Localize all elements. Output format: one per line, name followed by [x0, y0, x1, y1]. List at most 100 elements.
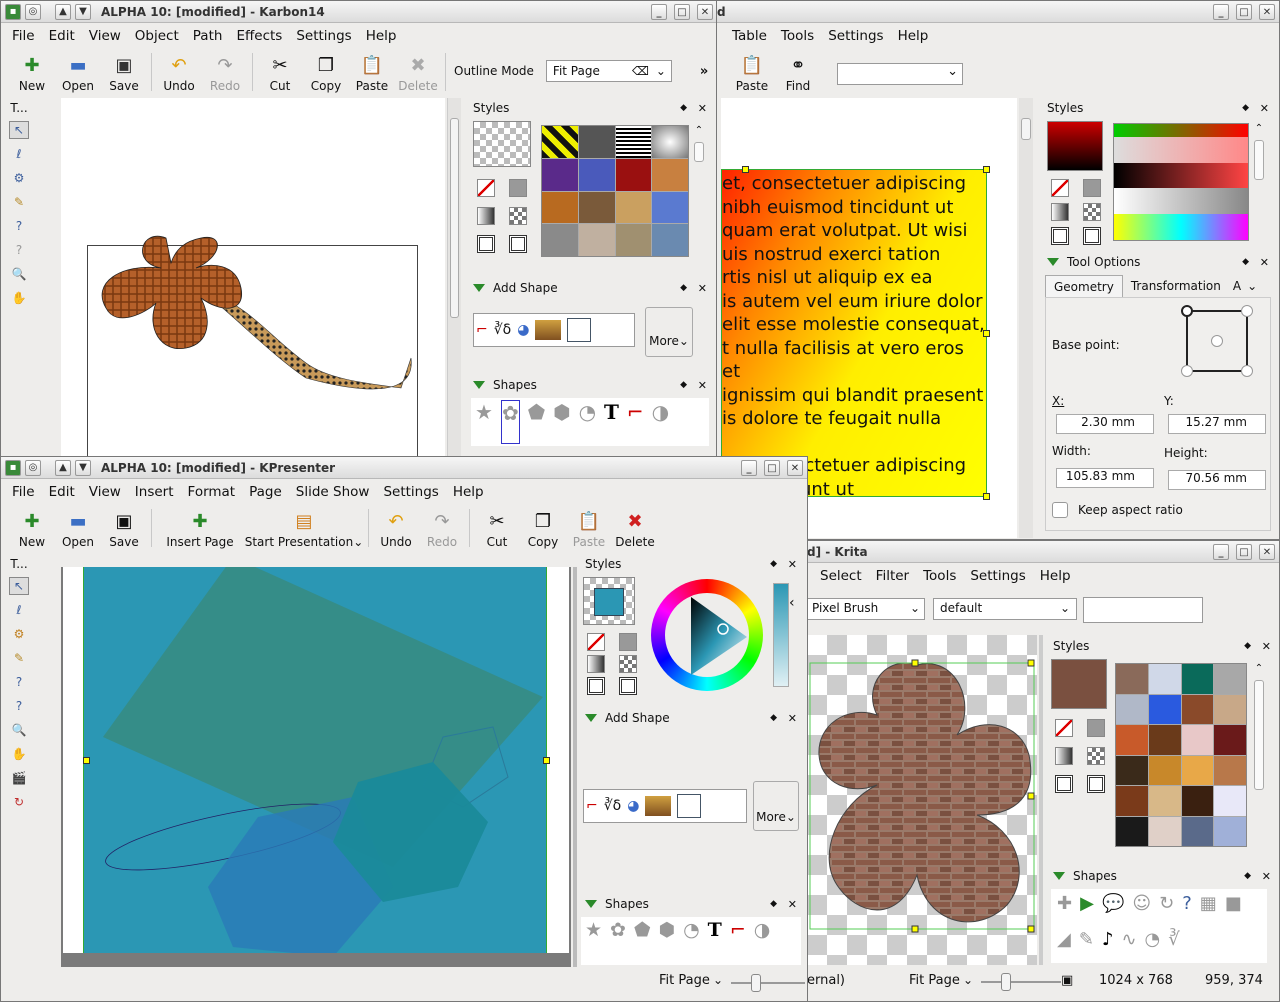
pattern-fill-icon[interactable]: [509, 207, 527, 225]
no-fill-icon[interactable]: [477, 179, 495, 197]
save-button[interactable]: ▣ Save: [101, 49, 147, 94]
maximize-icon[interactable]: □: [674, 4, 690, 20]
paste-button[interactable]: 📋 Paste: [349, 49, 395, 94]
solid-fill-icon[interactable]: [1087, 719, 1105, 737]
cut-button[interactable]: ✂ Cut: [474, 505, 520, 550]
path-tool-icon[interactable]: ℓ: [9, 601, 29, 619]
smiley-shape-icon[interactable]: ☺: [1132, 893, 1151, 923]
kword-titlebar[interactable]: d _ □ ✕: [717, 1, 1279, 23]
select-tool-icon[interactable]: ↖: [9, 121, 29, 139]
pencil-tool-icon[interactable]: ✎: [9, 193, 29, 211]
y-spinbox[interactable]: 15.27 mm: [1168, 414, 1266, 434]
close-icon[interactable]: ✕: [787, 460, 803, 476]
window-menu-icon[interactable]: ◎: [25, 459, 41, 476]
toolbar-overflow[interactable]: »: [700, 64, 708, 79]
maximize-icon[interactable]: □: [1236, 544, 1252, 560]
color-wheel[interactable]: [651, 579, 763, 691]
plus-shape-icon[interactable]: ✚: [1057, 893, 1072, 923]
float-icon[interactable]: ◆: [770, 713, 777, 723]
connector-icon[interactable]: ⌐: [476, 322, 488, 338]
add-shape-list[interactable]: ⌐ ∛δ ◕: [583, 789, 747, 823]
close-icon[interactable]: ✕: [1262, 640, 1271, 653]
star-shape-icon[interactable]: ★: [585, 919, 602, 963]
animation-tool-icon[interactable]: ↻: [9, 793, 29, 811]
chevron-left-icon[interactable]: ‹: [789, 595, 795, 611]
pentagon-shape-icon[interactable]: ⬟: [528, 400, 545, 444]
karbon-titlebar[interactable]: ▪ ◎ ▲ ▼ ALPHA 10: [modified] - Karbon14 …: [1, 1, 717, 23]
no-fill-icon[interactable]: [1055, 719, 1073, 737]
gradient-fill-icon[interactable]: [1051, 203, 1069, 221]
star-shape-icon[interactable]: ★: [475, 400, 493, 444]
brush-shape-icon[interactable]: ✎: [1079, 929, 1094, 959]
menu-settings[interactable]: Settings: [963, 568, 1032, 584]
formula-icon[interactable]: ∛δ: [604, 798, 622, 814]
slide-page[interactable]: [63, 567, 569, 953]
node-tool-icon[interactable]: ⚙: [9, 169, 29, 187]
zoom-tool-icon[interactable]: 🔍: [9, 265, 29, 283]
gradient-shape-icon[interactable]: ◢: [1057, 929, 1071, 959]
insert-page-button[interactable]: ✚ Insert Page: [156, 505, 244, 550]
float-icon[interactable]: ◆: [680, 283, 687, 293]
collapse-icon[interactable]: [585, 714, 597, 722]
zoom-status[interactable]: Fit Page: [659, 973, 710, 988]
stroke-icon[interactable]: [1055, 775, 1073, 793]
play-shape-icon[interactable]: ▶: [1080, 893, 1094, 923]
paste-button[interactable]: 📋 Paste: [566, 505, 612, 550]
selection-handle[interactable]: [83, 757, 90, 764]
no-fill-icon[interactable]: [1051, 179, 1069, 197]
redo-button[interactable]: ↷ Redo: [202, 49, 248, 94]
chevron-down-icon[interactable]: ⌄: [963, 973, 973, 987]
solid-fill-icon[interactable]: [619, 633, 637, 651]
style-combo[interactable]: ⌄: [837, 63, 963, 85]
hexagon-shape-icon[interactable]: ⬢: [553, 400, 570, 444]
style-preview[interactable]: [1051, 659, 1107, 709]
pencil-tool-icon[interactable]: ✎: [9, 649, 29, 667]
stroke-2-icon[interactable]: [619, 677, 637, 695]
copy-button[interactable]: ❐ Copy: [520, 505, 566, 550]
pan-tool-icon[interactable]: ✋: [9, 289, 29, 307]
minimize-icon[interactable]: _: [1213, 544, 1229, 560]
help-tool-2-icon[interactable]: ?: [9, 241, 29, 259]
picture-icon[interactable]: [535, 320, 562, 340]
float-icon[interactable]: ◆: [1244, 641, 1251, 651]
callout-shape-icon[interactable]: 💬: [1102, 893, 1124, 923]
gradient-list[interactable]: [1113, 123, 1249, 241]
canvas-vscrollbar[interactable]: [1019, 98, 1033, 538]
menu-filter[interactable]: Filter: [869, 568, 916, 584]
image-shape-icon[interactable]: ▦: [1200, 893, 1217, 923]
float-icon[interactable]: ◆: [1242, 103, 1249, 113]
menu-tools[interactable]: Tools: [916, 568, 963, 584]
text-shape-icon[interactable]: T: [708, 919, 722, 963]
zoom-slider[interactable]: [981, 973, 1061, 991]
chart-icon[interactable]: ◕: [517, 322, 529, 338]
tab-a[interactable]: A: [1229, 275, 1245, 298]
redo-button[interactable]: ↷ Redo: [419, 505, 465, 550]
gradient-fill-icon[interactable]: [477, 207, 495, 225]
menu-edit[interactable]: Edit: [42, 28, 82, 44]
height-spinbox[interactable]: 70.56 mm: [1168, 470, 1266, 490]
flower-shape[interactable]: [61, 98, 445, 458]
canvas-vscrollbar[interactable]: [447, 98, 461, 458]
maximize-icon[interactable]: □: [764, 460, 780, 476]
close-icon[interactable]: ✕: [1259, 544, 1275, 560]
connector-shape-icon[interactable]: ⌐: [627, 400, 644, 444]
close-icon[interactable]: ✕: [698, 379, 707, 392]
stroke-icon[interactable]: [1051, 227, 1069, 245]
style-preview[interactable]: [1047, 121, 1103, 171]
clear-icon[interactable]: ⌫: [632, 64, 649, 78]
menu-help[interactable]: Help: [891, 28, 936, 44]
collapse-icon[interactable]: [585, 900, 597, 908]
question-shape-icon[interactable]: ?: [1182, 893, 1192, 923]
arc-shape-icon[interactable]: ◑: [754, 919, 771, 963]
keep-above-icon[interactable]: ▲: [55, 3, 71, 20]
maximize-icon[interactable]: □: [1236, 4, 1252, 20]
gradient-scrollbar[interactable]: ⌃: [1253, 123, 1265, 241]
more-button[interactable]: More⌄: [753, 781, 799, 831]
menu-help[interactable]: Help: [359, 28, 404, 44]
stroke-icon[interactable]: [477, 235, 495, 253]
text-frame[interactable]: et, consectetuer adipiscing nibh euismod…: [721, 166, 990, 500]
menu-table[interactable]: Table: [725, 28, 774, 44]
shapes-list[interactable]: ★ ✿ ⬟ ⬢ ◔ T ⌐ ◑: [581, 917, 801, 965]
pie-shape-icon[interactable]: ◔: [1145, 929, 1161, 959]
collapse-icon[interactable]: [1053, 872, 1065, 880]
